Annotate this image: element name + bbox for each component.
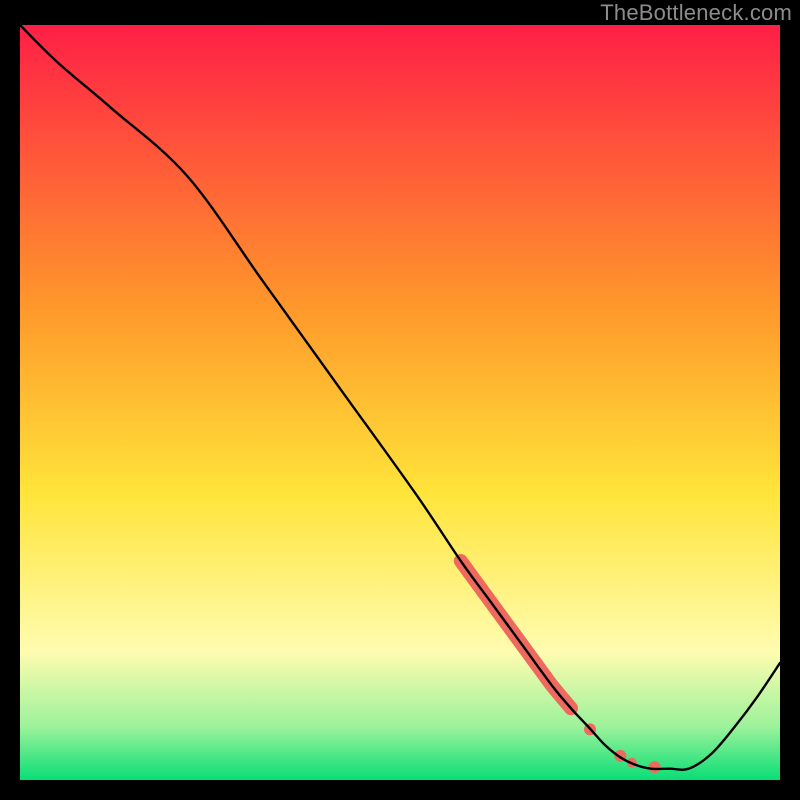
gradient-background — [20, 25, 780, 780]
plot-area — [20, 25, 780, 780]
marker-dot-3 — [649, 761, 661, 773]
chart-frame: TheBottleneck.com — [0, 0, 800, 800]
chart-svg — [20, 25, 780, 780]
watermark-text: TheBottleneck.com — [600, 0, 792, 26]
